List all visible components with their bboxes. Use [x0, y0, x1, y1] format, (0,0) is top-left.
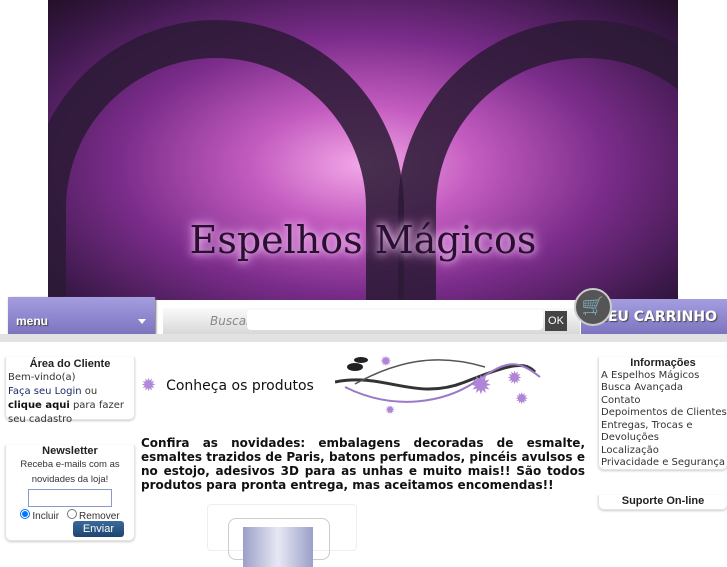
- signup-link[interactable]: clique aqui: [8, 400, 70, 411]
- include-radio[interactable]: [20, 509, 31, 519]
- svg-text:✹: ✹: [507, 368, 522, 389]
- products-description: Confira as novidades: embalagens decorad…: [141, 436, 585, 492]
- products-heading-text: Conheça os produtos: [166, 377, 314, 394]
- info-link[interactable]: Contato: [599, 395, 727, 408]
- info-title: Informações: [630, 357, 696, 369]
- include-option[interactable]: Incluir: [20, 509, 59, 522]
- info-link[interactable]: Busca Avançada: [599, 382, 727, 395]
- flower-icon: ✹: [141, 375, 157, 396]
- info-link[interactable]: Privacidade e Segurança: [599, 457, 727, 470]
- send-button[interactable]: Enviar: [72, 521, 124, 537]
- divider: [0, 334, 727, 342]
- login-link[interactable]: Faça seu Login: [8, 386, 82, 397]
- info-link[interactable]: Localização: [599, 445, 727, 458]
- support-title: Suporte On-line: [621, 495, 705, 507]
- chevron-down-icon: [138, 319, 146, 324]
- shopping-cart-icon[interactable]: 🛒: [574, 288, 612, 326]
- menu-label: menu: [16, 314, 49, 328]
- newsletter-text: Receba e-mails com as novidades da loja!: [20, 459, 120, 485]
- search-ok-button[interactable]: OK: [545, 311, 567, 331]
- menu-dropdown[interactable]: menu: [8, 297, 155, 334]
- remove-radio[interactable]: [67, 509, 78, 519]
- client-area-panel: Área do Cliente Bem-vindo(a) Faça seu Lo…: [5, 357, 135, 425]
- site-logo: Espelhos Mágicos: [189, 218, 537, 262]
- newsletter-panel: Newsletter Receba e-mails com as novidad…: [5, 445, 135, 541]
- decorative-swirl: ✹ ✹ ✹ ✹ ✹: [335, 354, 541, 414]
- newsletter-email-input[interactable]: [28, 489, 112, 507]
- include-label: Incluir: [32, 511, 60, 522]
- cart-label: MEU CARRINHO: [594, 309, 717, 325]
- product-card[interactable]: [207, 504, 357, 567]
- info-link[interactable]: Entregas, Trocas e Devoluções: [599, 420, 727, 445]
- info-panel: Informações A Espelhos Mágicos Busca Ava…: [598, 357, 727, 470]
- svg-text:✹: ✹: [385, 403, 395, 414]
- svg-text:✹: ✹: [380, 354, 392, 370]
- welcome-text: Bem-vindo(a): [8, 372, 76, 383]
- header-banner: Espelhos Mágicos: [48, 0, 678, 300]
- product-image[interactable]: [243, 527, 313, 567]
- newsletter-title: Newsletter: [42, 445, 98, 457]
- products-heading: ✹ Conheça os produtos: [141, 375, 314, 396]
- info-link[interactable]: A Espelhos Mágicos: [599, 370, 727, 383]
- svg-text:✹: ✹: [470, 371, 492, 401]
- or-text: ou: [81, 386, 98, 397]
- search-label: Buscar: [210, 314, 251, 328]
- svg-text:✹: ✹: [515, 389, 528, 408]
- info-link[interactable]: Depoimentos de Clientes: [599, 407, 727, 420]
- client-area-title: Área do Cliente: [29, 358, 111, 370]
- support-panel: Suporte On-line: [598, 495, 727, 510]
- search-input[interactable]: [247, 310, 543, 330]
